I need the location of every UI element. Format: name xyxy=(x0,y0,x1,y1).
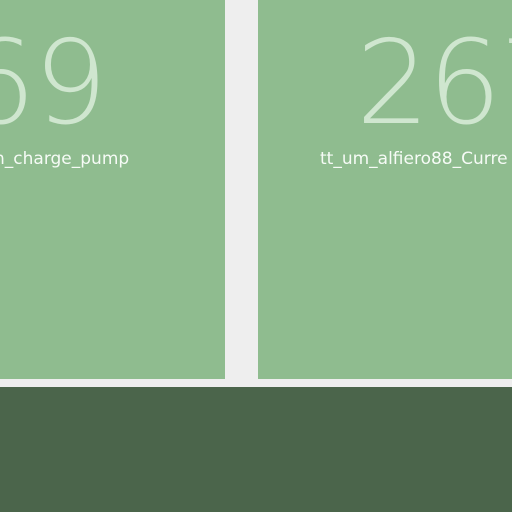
project-title: tt_um_alfiero88_Curre xyxy=(320,149,508,169)
project-number: 69 xyxy=(0,16,108,151)
project-number: 267 xyxy=(356,16,512,151)
project-card-charge-pump[interactable]: 69 h_charge_pump xyxy=(0,0,225,379)
bottom-panel xyxy=(0,387,512,512)
project-card-alfiero88[interactable]: 267 tt_um_alfiero88_Curre xyxy=(258,0,512,379)
project-title: h_charge_pump xyxy=(0,149,130,169)
project-grid-page: 69 h_charge_pump 267 tt_um_alfiero88_Cur… xyxy=(0,0,512,512)
